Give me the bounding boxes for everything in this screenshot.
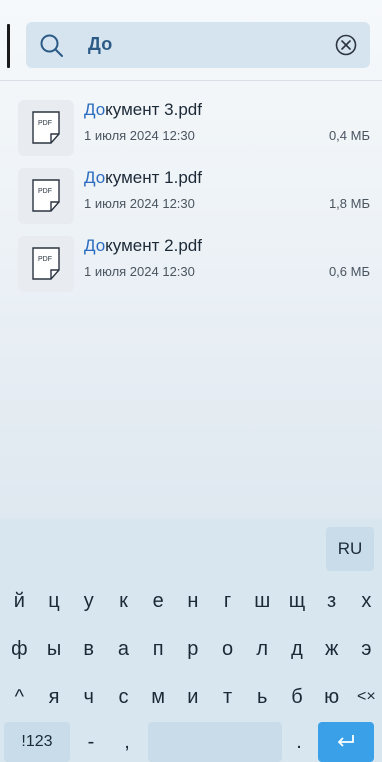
key-к[interactable]: к (106, 581, 141, 621)
key-ы[interactable]: ы (37, 629, 72, 669)
key-х[interactable]: х (349, 581, 382, 621)
search-bar[interactable]: До (26, 22, 370, 68)
screen: До PDF Документ 3.pdf 1 июля 2024 12:30 0,4… (0, 0, 382, 762)
pdf-label: PDF (38, 188, 52, 195)
file-name-rest: кумент 3.pdf (105, 100, 202, 119)
key-period[interactable]: . (284, 722, 314, 762)
language-key[interactable]: RU (326, 527, 374, 571)
key-т[interactable]: т (210, 677, 245, 717)
file-date: 1 июля 2024 12:30 (84, 264, 195, 279)
file-name: Документ 3.pdf (84, 100, 202, 120)
pdf-label: PDF (38, 256, 52, 263)
key-ч[interactable]: ч (71, 677, 106, 717)
search-input[interactable]: До (88, 34, 112, 55)
backspace-key[interactable]: <× (349, 677, 382, 717)
file-size: 1,8 МБ (328, 196, 370, 211)
file-size: 0,6 МБ (328, 264, 370, 279)
key-и[interactable]: и (176, 677, 211, 717)
file-name-match: До (84, 236, 106, 255)
key-в[interactable]: в (71, 629, 106, 669)
key-м[interactable]: м (141, 677, 176, 717)
key-с[interactable]: с (106, 677, 141, 717)
numbers-key[interactable]: !123 (4, 722, 70, 762)
pdf-file-icon: PDF (18, 100, 74, 156)
file-name-rest: кумент 1.pdf (105, 168, 202, 187)
space-key[interactable] (148, 722, 282, 762)
divider (0, 80, 382, 81)
key-э[interactable]: э (349, 629, 382, 669)
file-list-item[interactable]: PDF Документ 2.pdf 1 июля 2024 12:30 0,6 МБ (0, 236, 382, 298)
key-ю[interactable]: ю (314, 677, 349, 717)
key-о[interactable]: о (210, 629, 245, 669)
file-date: 1 июля 2024 12:30 (84, 128, 195, 143)
file-name: Документ 2.pdf (84, 236, 202, 256)
search-icon (40, 34, 63, 57)
file-list-item[interactable]: PDF Документ 1.pdf 1 июля 2024 12:30 1,8 МБ (0, 168, 382, 230)
key-з[interactable]: з (314, 581, 349, 621)
key-й[interactable]: й (2, 581, 37, 621)
key-н[interactable]: н (176, 581, 211, 621)
file-name-match: До (84, 168, 106, 187)
key-б[interactable]: б (280, 677, 315, 717)
file-date: 1 июля 2024 12:30 (84, 196, 195, 211)
keyboard: RU й ц у к е н г ш щ з х ф ы в а п р о л д ж э ^ я ч с м и т ь б ю <× !12… (0, 519, 382, 762)
key-е[interactable]: е (141, 581, 176, 621)
clear-icon[interactable] (334, 33, 358, 57)
file-name: Документ 1.pdf (84, 168, 202, 188)
key-ц[interactable]: ц (37, 581, 72, 621)
key-comma[interactable]: , (110, 722, 144, 762)
file-size: 0,4 МБ (328, 128, 370, 143)
key-л[interactable]: л (245, 629, 280, 669)
shift-key[interactable]: ^ (2, 677, 37, 717)
key-п[interactable]: п (141, 629, 176, 669)
enter-key[interactable] (318, 722, 374, 762)
key-д[interactable]: д (280, 629, 315, 669)
pdf-file-icon: PDF (18, 168, 74, 224)
key-ж[interactable]: ж (314, 629, 349, 669)
text-cursor (7, 24, 10, 68)
pdf-file-icon: PDF (18, 236, 74, 292)
key-р[interactable]: р (176, 629, 211, 669)
enter-icon (337, 735, 354, 747)
key-у[interactable]: у (71, 581, 106, 621)
key-я[interactable]: я (37, 677, 72, 717)
pdf-label: PDF (38, 120, 52, 127)
key-ш[interactable]: ш (245, 581, 280, 621)
key-ь[interactable]: ь (245, 677, 280, 717)
key-г[interactable]: г (210, 581, 245, 621)
file-name-match: До (84, 100, 106, 119)
key-dash[interactable]: - (74, 722, 108, 762)
file-name-rest: кумент 2.pdf (105, 236, 202, 255)
key-ф[interactable]: ф (2, 629, 37, 669)
key-щ[interactable]: щ (280, 581, 315, 621)
key-а[interactable]: а (106, 629, 141, 669)
file-list-item[interactable]: PDF Документ 3.pdf 1 июля 2024 12:30 0,4 МБ (0, 100, 382, 162)
